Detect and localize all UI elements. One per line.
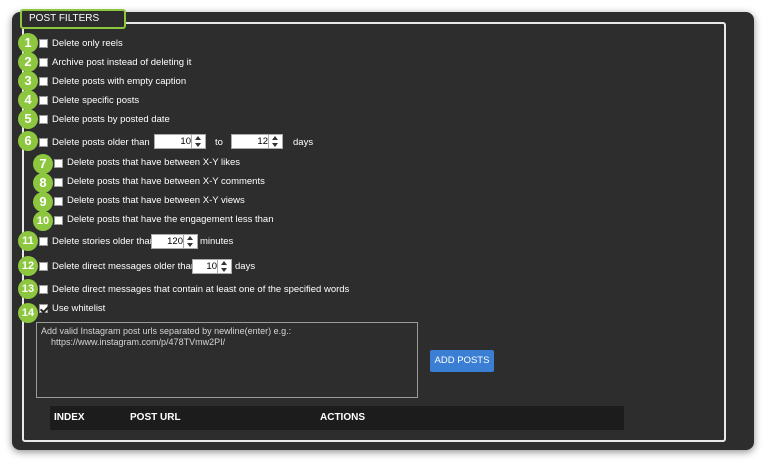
empty-caption-checkbox[interactable] <box>39 77 48 86</box>
posts-older-from-stepper[interactable]: 10 <box>154 134 206 149</box>
stories-minutes-stepper[interactable]: 120 <box>151 234 198 249</box>
use-whitelist-label: Use whitelist <box>52 303 106 314</box>
specific-posts-checkbox[interactable] <box>39 96 48 105</box>
stepper-arrows-icon[interactable] <box>217 260 231 273</box>
step-badge-8: 8 <box>33 173 53 193</box>
step-badge-10: 10 <box>33 211 53 231</box>
column-actions: ACTIONS <box>320 412 365 423</box>
posts-older-from-value: 10 <box>180 136 191 147</box>
posts-table-header: INDEX POST URL ACTIONS <box>50 406 624 430</box>
archive-post-label: Archive post instead of deleting it <box>52 57 192 68</box>
stepper-arrows-icon[interactable] <box>191 135 205 148</box>
views-range-label: Delete posts that have between X-Y views <box>67 195 245 206</box>
dm-older-than-label: Delete direct messages older than <box>52 261 197 272</box>
dm-older-than-checkbox[interactable] <box>39 262 48 271</box>
dm-words-label: Delete direct messages that contain at l… <box>52 284 350 295</box>
engagement-checkbox[interactable] <box>54 216 63 225</box>
posts-older-to-stepper[interactable]: 12 <box>231 134 283 149</box>
stepper-arrows-icon[interactable] <box>183 235 197 248</box>
dm-words-checkbox[interactable] <box>39 285 48 294</box>
add-posts-button[interactable]: ADD POSTS <box>430 350 494 372</box>
days-unit-label: days <box>293 137 314 148</box>
step-badge-4: 4 <box>18 90 38 110</box>
empty-caption-label: Delete posts with empty caption <box>52 76 187 87</box>
dm-days-unit-label: days <box>235 261 256 272</box>
step-badge-12: 12 <box>18 256 38 276</box>
step-badge-7: 7 <box>33 154 53 174</box>
step-badge-3: 3 <box>18 71 38 91</box>
step-badge-14: 14 <box>18 303 38 323</box>
step-badge-13: 13 <box>18 279 38 299</box>
column-post-url: POST URL <box>130 412 181 423</box>
whitelist-urls-textarea[interactable]: Add valid Instagram post urls separated … <box>36 322 418 398</box>
step-badge-11: 11 <box>18 231 38 251</box>
likes-range-checkbox[interactable] <box>54 159 63 168</box>
stories-older-than-checkbox[interactable] <box>39 237 48 246</box>
stepper-arrows-icon[interactable] <box>268 135 282 148</box>
dm-days-stepper[interactable]: 10 <box>192 259 232 274</box>
stories-minutes-value: 120 <box>167 236 183 247</box>
likes-range-label: Delete posts that have between X-Y likes <box>67 157 241 168</box>
posted-date-checkbox[interactable] <box>39 115 48 124</box>
dm-days-value: 10 <box>206 261 217 272</box>
comments-range-checkbox[interactable] <box>54 178 63 187</box>
minutes-unit-label: minutes <box>200 236 234 247</box>
delete-only-reels-checkbox[interactable] <box>39 39 48 48</box>
posts-older-than-label: Delete posts older than <box>52 137 150 148</box>
range-to-label: to <box>215 137 223 148</box>
posted-date-label: Delete posts by posted date <box>52 114 170 125</box>
use-whitelist-checkbox[interactable] <box>39 304 48 313</box>
engagement-label: Delete posts that have the engagement le… <box>67 214 274 225</box>
step-badge-5: 5 <box>18 109 38 129</box>
delete-only-reels-label: Delete only reels <box>52 38 123 49</box>
views-range-checkbox[interactable] <box>54 197 63 206</box>
archive-post-checkbox[interactable] <box>39 58 48 67</box>
stories-older-than-label: Delete stories older than <box>52 236 155 247</box>
posts-older-than-checkbox[interactable] <box>39 138 48 147</box>
step-badge-1: 1 <box>18 33 38 53</box>
step-badge-9: 9 <box>33 192 53 212</box>
posts-older-to-value: 12 <box>257 136 268 147</box>
step-badge-2: 2 <box>18 52 38 72</box>
comments-range-label: Delete posts that have between X-Y comme… <box>67 176 265 187</box>
step-badge-6: 6 <box>18 131 38 151</box>
specific-posts-label: Delete specific posts <box>52 95 140 106</box>
column-index: INDEX <box>54 412 85 423</box>
section-title: POST FILTERS <box>20 9 126 29</box>
